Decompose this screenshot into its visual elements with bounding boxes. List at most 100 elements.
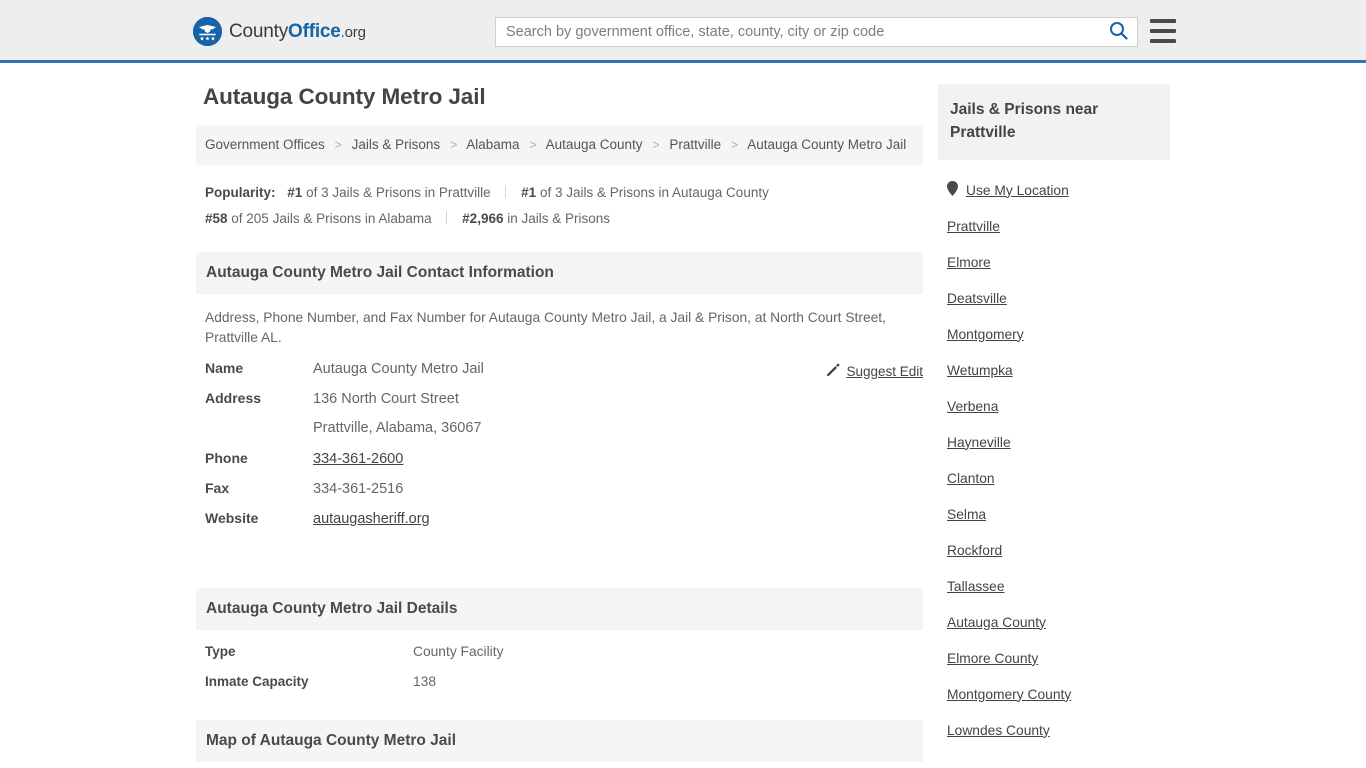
table-row: Name Autauga County Metro Jail: [205, 360, 914, 390]
search-button[interactable]: [1099, 18, 1137, 46]
sidebar-item-tallassee[interactable]: Tallassee: [938, 568, 1170, 604]
sidebar-link[interactable]: Tallassee: [947, 579, 1005, 594]
popularity-rank: #58: [205, 210, 228, 226]
logo-wordmark: CountyOffice.org: [229, 21, 366, 43]
breadcrumb-item-current: Autauga County Metro Jail: [747, 137, 907, 152]
popularity-text: in Jails & Prisons: [503, 210, 611, 226]
row-label-type: Type: [205, 643, 236, 659]
popularity-rank: #1: [521, 184, 537, 200]
sidebar-item-autauga-county[interactable]: Autauga County: [938, 604, 1170, 640]
row-label-fax: Fax: [205, 479, 230, 496]
sidebar-item-use-my-location[interactable]: Use My Location: [938, 172, 1170, 208]
sidebar-item-montgomery[interactable]: Montgomery: [938, 316, 1170, 352]
popularity-label: Popularity:: [205, 184, 276, 200]
eagle-shield-logo-icon: [193, 17, 222, 46]
hamburger-bar: [1150, 29, 1176, 33]
sidebar-item-deatsville[interactable]: Deatsville: [938, 280, 1170, 316]
sidebar-link[interactable]: Montgomery County: [947, 687, 1071, 702]
popularity-rank: #1: [287, 184, 303, 200]
sidebar-item-selma[interactable]: Selma: [938, 496, 1170, 532]
sidebar-link[interactable]: Clanton: [947, 471, 995, 486]
hamburger-bar: [1150, 19, 1176, 23]
sidebar-link[interactable]: Wetumpka: [947, 363, 1013, 378]
row-value-fax: 334-361-2516: [313, 480, 404, 497]
sidebar-item-prattville[interactable]: Prattville: [938, 208, 1170, 244]
sidebar-item-wetumpka[interactable]: Wetumpka: [938, 352, 1170, 388]
logo-text-office: Office: [288, 20, 341, 42]
sidebar-link[interactable]: Elmore County: [947, 651, 1038, 666]
sidebar-item-rockford[interactable]: Rockford: [938, 532, 1170, 568]
breadcrumb-separator: >: [730, 138, 739, 152]
sidebar-link[interactable]: Montgomery: [947, 327, 1024, 342]
row-value-inmate-capacity: 138: [413, 673, 437, 689]
contact-information-table: Suggest Edit Name Autauga County Metro J…: [196, 360, 923, 540]
sidebar-link[interactable]: Elmore: [947, 255, 991, 270]
logo-text-county: County: [229, 20, 289, 42]
popularity-text: of 3 Jails & Prisons in Autauga County: [536, 184, 769, 200]
row-value-type: County Facility: [413, 643, 504, 659]
row-value-address-line2: Prattville, Alabama, 36067: [313, 419, 482, 436]
sidebar-link[interactable]: Hayneville: [947, 435, 1011, 450]
row-value-address-line1: 136 North Court Street: [313, 390, 459, 407]
phone-link[interactable]: 334-361-2600: [313, 451, 403, 467]
sidebar-link[interactable]: Deatsville: [947, 291, 1007, 306]
sidebar-link[interactable]: Prattville: [947, 219, 1000, 234]
sidebar-heading: Jails & Prisons near Prattville: [938, 84, 1170, 160]
breadcrumb-item-government-offices[interactable]: Government Offices: [205, 137, 325, 152]
breadcrumb-item-alabama[interactable]: Alabama: [466, 137, 519, 152]
sidebar-link[interactable]: Autauga County: [947, 615, 1046, 630]
page-title: Autauga County Metro Jail: [203, 84, 486, 109]
sidebar-item-elmore-county[interactable]: Elmore County: [938, 640, 1170, 676]
breadcrumb-item-autauga-county[interactable]: Autauga County: [546, 137, 643, 152]
breadcrumb-item-prattville[interactable]: Prattville: [669, 137, 721, 152]
breadcrumb-separator: >: [652, 138, 660, 152]
main-content: Autauga County Metro Jail Government Off…: [196, 84, 923, 768]
breadcrumb-separator: >: [529, 138, 537, 152]
search-icon: [1109, 21, 1128, 43]
map-heading: Map of Autauga County Metro Jail: [196, 719, 923, 762]
sidebar-item-hayneville[interactable]: Hayneville: [938, 424, 1170, 460]
popularity-divider: [446, 210, 448, 224]
details-heading: Autauga County Metro Jail Details: [196, 587, 923, 630]
sidebar-link[interactable]: Rockford: [947, 543, 1002, 558]
sidebar-item-clanton[interactable]: Clanton: [938, 460, 1170, 496]
table-row: Fax 334-361-2516: [205, 480, 914, 510]
sidebar-item-montgomery-county[interactable]: Montgomery County: [938, 676, 1170, 712]
popularity-item-overall: #2,966 in Jails & Prisons: [462, 211, 610, 226]
row-label-address: Address: [205, 389, 262, 406]
site-logo[interactable]: CountyOffice.org: [193, 17, 366, 46]
row-label-phone: Phone: [205, 449, 248, 466]
popularity-text: of 3 Jails & Prisons in Prattville: [302, 184, 491, 200]
sidebar-item-elmore[interactable]: Elmore: [938, 244, 1170, 280]
popularity-section: Popularity: #1 of 3 Jails & Prisons in P…: [205, 180, 923, 232]
sidebar: Jails & Prisons near Prattville Use My L…: [938, 84, 1170, 748]
breadcrumb-item-jails-prisons[interactable]: Jails & Prisons: [352, 137, 441, 152]
popularity-text: of 205 Jails & Prisons in Alabama: [227, 210, 432, 226]
row-value-phone: 334-361-2600: [313, 451, 403, 467]
contact-information-description: Address, Phone Number, and Fax Number fo…: [205, 309, 886, 345]
use-my-location-link[interactable]: Use My Location: [966, 183, 1069, 198]
search-input[interactable]: [496, 18, 1099, 46]
pencil-edit-icon: [826, 363, 840, 380]
table-row: Type County Facility: [205, 644, 914, 674]
table-row: Website autaugasheriff.org: [205, 510, 914, 540]
popularity-line-1: Popularity: #1 of 3 Jails & Prisons in P…: [205, 180, 923, 206]
breadcrumb-separator: >: [449, 138, 458, 152]
row-label-inmate-capacity: Inmate Capacity: [205, 673, 309, 689]
website-link[interactable]: autaugasheriff.org: [313, 511, 430, 527]
site-header: CountyOffice.org: [0, 0, 1366, 63]
popularity-item-prattville: #1 of 3 Jails & Prisons in Prattville: [287, 185, 490, 200]
table-row: Address 136 North Court Street: [205, 390, 914, 420]
map-pin-icon: [947, 181, 958, 199]
breadcrumb-separator: >: [334, 138, 342, 152]
suggest-edit-button[interactable]: Suggest Edit: [826, 363, 923, 380]
sidebar-link[interactable]: Lowndes County: [947, 723, 1050, 738]
sidebar-item-lowndes-county[interactable]: Lowndes County: [938, 712, 1170, 748]
sidebar-item-verbena[interactable]: Verbena: [938, 388, 1170, 424]
hamburger-menu-icon[interactable]: [1150, 19, 1176, 43]
table-row: Inmate Capacity 138: [205, 674, 914, 704]
sidebar-link[interactable]: Verbena: [947, 399, 998, 414]
sidebar-nearby-list: Use My Location Prattville Elmore Deatsv…: [938, 172, 1170, 748]
breadcrumb: Government Offices > Jails & Prisons > A…: [196, 125, 923, 165]
sidebar-link[interactable]: Selma: [947, 507, 986, 522]
